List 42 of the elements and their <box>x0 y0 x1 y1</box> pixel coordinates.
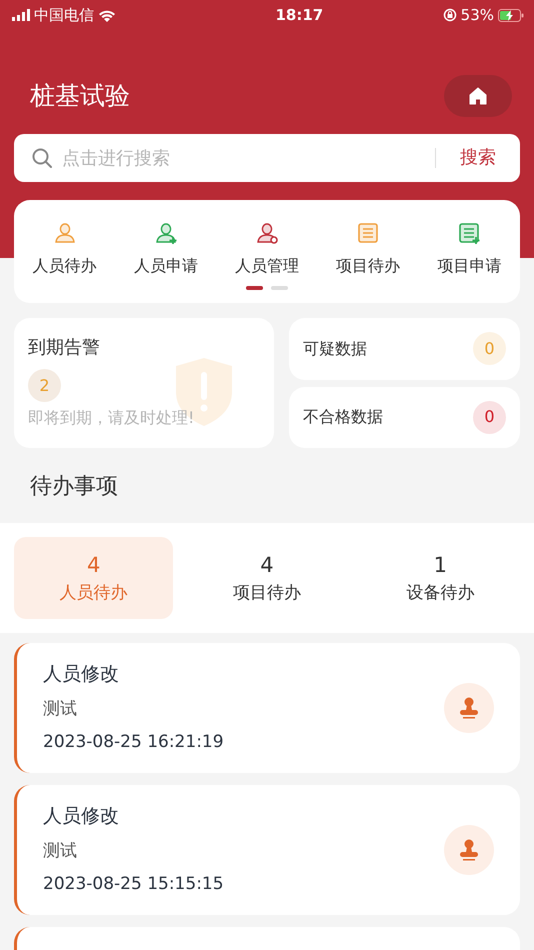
shield-warning-icon <box>174 356 234 428</box>
stamp-icon <box>459 839 479 861</box>
todo-subtitle: 测试 <box>43 840 78 863</box>
carrier-name: 中国电信 <box>34 4 94 26</box>
tab[interactable]: 4 项目待办 <box>187 537 347 619</box>
alert-message: 即将到期，请及时处理! <box>28 407 196 429</box>
shortcut-button[interactable]: 项目待办 <box>318 222 419 278</box>
home-icon <box>469 87 487 105</box>
count-badge: 0 <box>473 332 506 366</box>
stat-card[interactable]: 可疑数据 0 <box>289 318 520 380</box>
signal-icon <box>12 9 30 21</box>
home-button[interactable] <box>444 75 512 117</box>
count-badge: 0 <box>473 400 506 434</box>
search-button[interactable]: 搜索 <box>435 148 520 168</box>
stat-label: 不合格数据 <box>303 406 383 428</box>
todo-title: 人员修改 <box>43 804 120 830</box>
alert-card[interactable]: 到期告警 2 即将到期，请及时处理! <box>14 318 274 448</box>
todo-title: 人员修改 <box>43 662 120 688</box>
shortcut-button[interactable]: 项目申请 <box>418 222 520 278</box>
alert-title: 到期告警 <box>28 336 100 360</box>
stat-card[interactable]: 不合格数据 0 <box>289 386 520 448</box>
count-badge: 2 <box>28 369 61 402</box>
todo-time: 2023-08-25 16:21:19 <box>43 731 224 754</box>
shortcut-button[interactable]: 人员申请 <box>115 222 216 278</box>
todo-time: 2023-08-25 15:15:15 <box>43 873 224 896</box>
stat-label: 可疑数据 <box>303 338 367 360</box>
shortcut-button[interactable]: 人员管理 <box>216 222 318 278</box>
section-title: 待办事项 <box>29 473 119 501</box>
todo-subtitle: 测试 <box>43 698 78 721</box>
shortcut-button[interactable]: 人员待办 <box>14 222 116 278</box>
todo-card[interactable]: 人员修改 测试 2023-08-25 15:15:15 <box>14 785 520 915</box>
stamp-icon <box>459 697 479 719</box>
clock-time: 18:17 <box>274 4 324 26</box>
battery-percent: 53% <box>460 4 494 26</box>
battery-charging-icon <box>498 8 524 22</box>
page-title: 桩基试验 <box>30 80 130 112</box>
tab[interactable]: 1 设备待办 <box>360 537 520 619</box>
search-field[interactable]: 点击进行搜索 搜索 <box>14 134 520 182</box>
search-icon <box>32 148 52 168</box>
wifi-icon <box>98 8 116 22</box>
rotation-lock-icon <box>442 8 457 22</box>
todo-card[interactable]: 人员修改 测试 2023-08-25 16:21:19 <box>14 643 520 773</box>
